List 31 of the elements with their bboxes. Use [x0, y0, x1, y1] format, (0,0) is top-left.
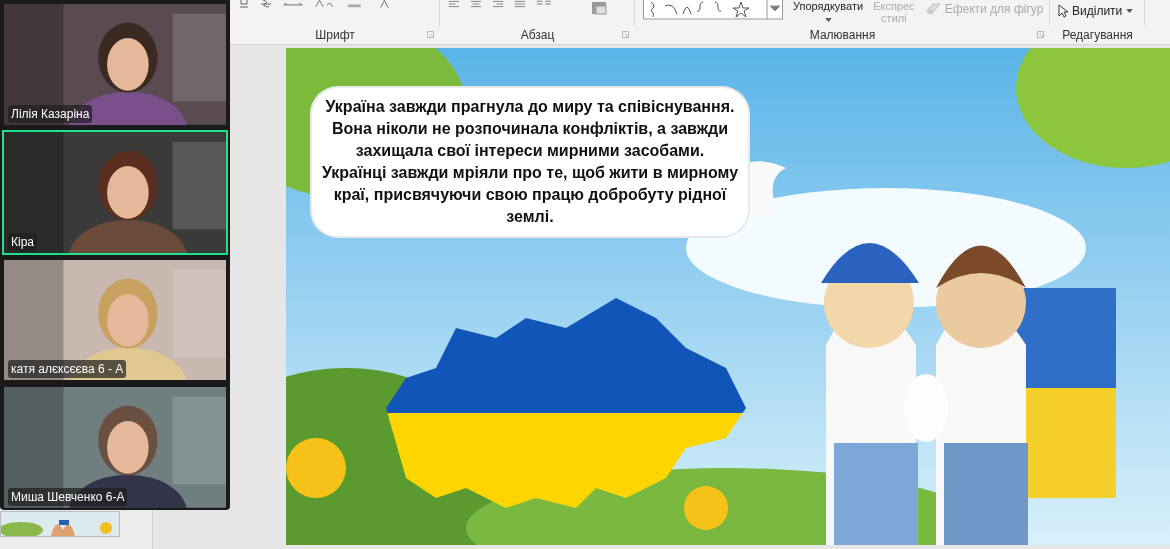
group-label: Абзац	[520, 28, 555, 42]
group-label: Малювання	[809, 28, 876, 42]
video-tile[interactable]: катя алєксєєва 6 - А	[2, 257, 228, 383]
caret-icon	[1126, 9, 1134, 13]
video-tile[interactable]: Миша Шевченко 6-А	[2, 385, 228, 510]
align-left-icon[interactable]	[448, 0, 460, 8]
video-tile[interactable]: Лілія Казаріна	[2, 2, 228, 127]
participant-name: Миша Шевченко 6-А	[8, 488, 128, 506]
shapes-gallery[interactable]	[643, 0, 783, 20]
dropdown-arrow-icon[interactable]	[824, 18, 832, 22]
cursor-icon	[1058, 4, 1068, 18]
justify-icon[interactable]	[514, 0, 526, 8]
dialog-launcher-icon[interactable]	[427, 31, 434, 38]
dialog-launcher-icon[interactable]	[622, 31, 629, 38]
underline-icon[interactable]	[238, 0, 250, 8]
slide-thumbnail[interactable]	[0, 511, 120, 537]
group-label: Редагування	[1062, 28, 1133, 42]
spacing-icon[interactable]	[282, 0, 304, 8]
select-button[interactable]: Виділити	[1058, 4, 1134, 18]
dialog-launcher-icon[interactable]	[1037, 31, 1044, 38]
strikethrough-icon[interactable]	[260, 0, 272, 8]
group-label: Шрифт	[315, 28, 355, 42]
align-center-icon[interactable]	[470, 0, 482, 8]
participant-name: катя алєксєєва 6 - А	[8, 360, 127, 379]
slide-text: Українці завжди мріяли про те, щоб жити в мирному краї, присвячуючи свою працю добробуту рідної землі.	[320, 163, 740, 227]
eraser-icon	[924, 3, 941, 15]
slide-text: Вона ніколи не розпочинала конфліктів, а завжди захищала свої інтереси мирними засобами.	[331, 119, 729, 161]
video-tile[interactable]: Кіра	[2, 129, 228, 255]
arrange-label[interactable]: Упорядкувати	[793, 0, 864, 12]
slide-text: Україна завжди прагнула до миру та співіснування.	[324, 97, 736, 117]
align-right-icon[interactable]	[492, 0, 504, 8]
